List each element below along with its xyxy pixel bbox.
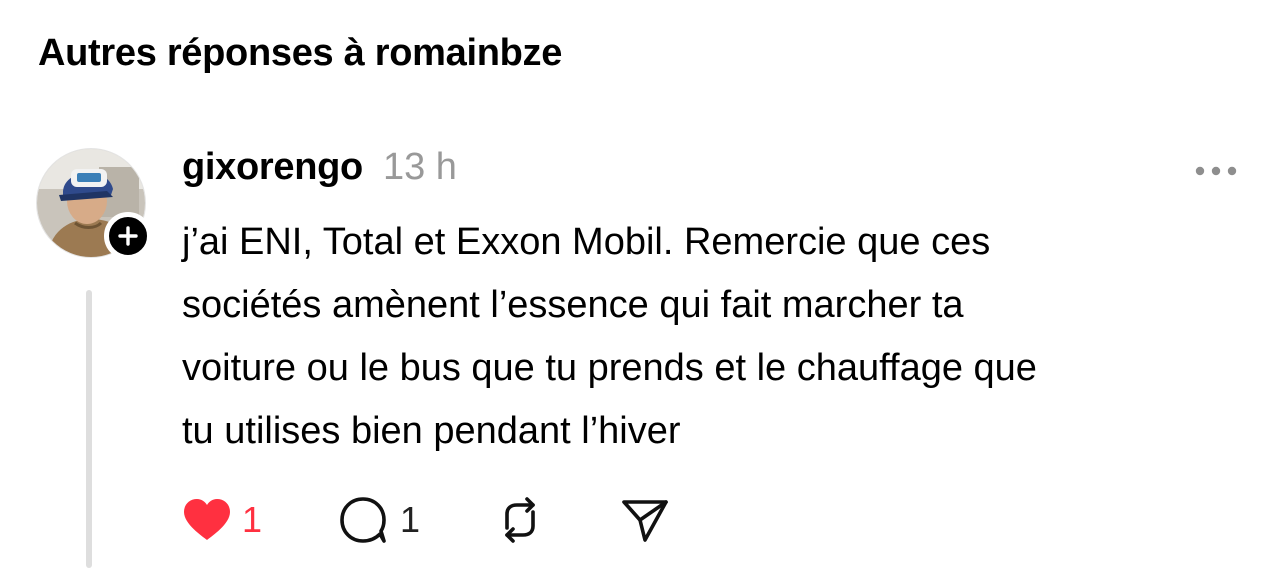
- speech-bubble-icon: [340, 497, 386, 543]
- share-button[interactable]: [616, 494, 672, 546]
- like-button[interactable]: 1: [180, 494, 262, 546]
- repost-button[interactable]: [492, 494, 548, 546]
- heart-icon: [184, 499, 230, 540]
- post-text-line: voiture ou le bus que tu prends et le ch…: [182, 347, 1037, 389]
- post-text-line: tu utilises bien pendant l’hiver: [182, 410, 681, 452]
- post-text-line: sociétés amènent l’essence qui fait marc…: [182, 284, 964, 326]
- username[interactable]: gixorengo: [182, 146, 363, 189]
- timestamp: 13 h: [382, 146, 457, 188]
- repost-icon: [505, 497, 535, 543]
- section-title: Autres réponses à romainbze: [38, 32, 563, 74]
- post-text: j’ai ENI, Total et Exxon Mobil. Remercie…: [182, 211, 1252, 463]
- post-header: gixorengo 13 h: [182, 146, 457, 198]
- post-text-line: j’ai ENI, Total et Exxon Mobil. Remercie…: [182, 221, 991, 263]
- follow-button[interactable]: [104, 212, 152, 260]
- paper-plane-icon: [622, 500, 668, 542]
- more-options-button[interactable]: [1192, 156, 1240, 186]
- reply-button[interactable]: 1: [336, 494, 420, 546]
- thread-line: [86, 290, 92, 568]
- plus-icon: [118, 226, 138, 246]
- post-actions: 1 1: [180, 494, 780, 546]
- ellipsis-icon: [1195, 166, 1237, 176]
- like-count: 1: [242, 499, 263, 540]
- reply-count: 1: [400, 499, 421, 540]
- avatar-container[interactable]: [36, 148, 152, 260]
